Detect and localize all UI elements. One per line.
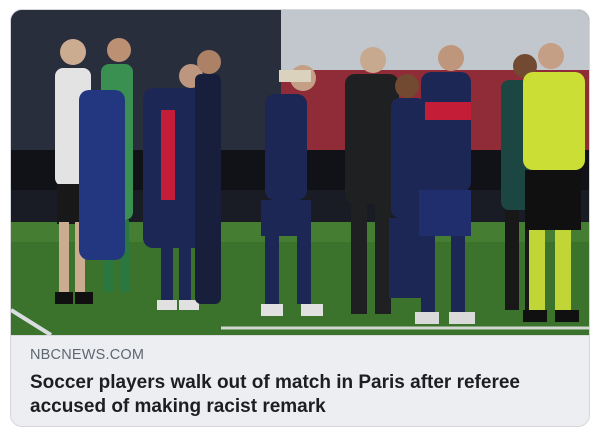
source-domain: NBCNEWS.COM — [30, 347, 145, 363]
article-photo[interactable] — [11, 10, 589, 335]
link-preview-card[interactable]: NBCNEWS.COM Soccer players walk out of m… — [10, 9, 590, 427]
article-headline[interactable]: Soccer players walk out of match in Pari… — [30, 371, 575, 419]
preview-caption[interactable]: NBCNEWS.COM Soccer players walk out of m… — [11, 335, 589, 426]
soccer-players-walkout-image — [11, 10, 589, 335]
